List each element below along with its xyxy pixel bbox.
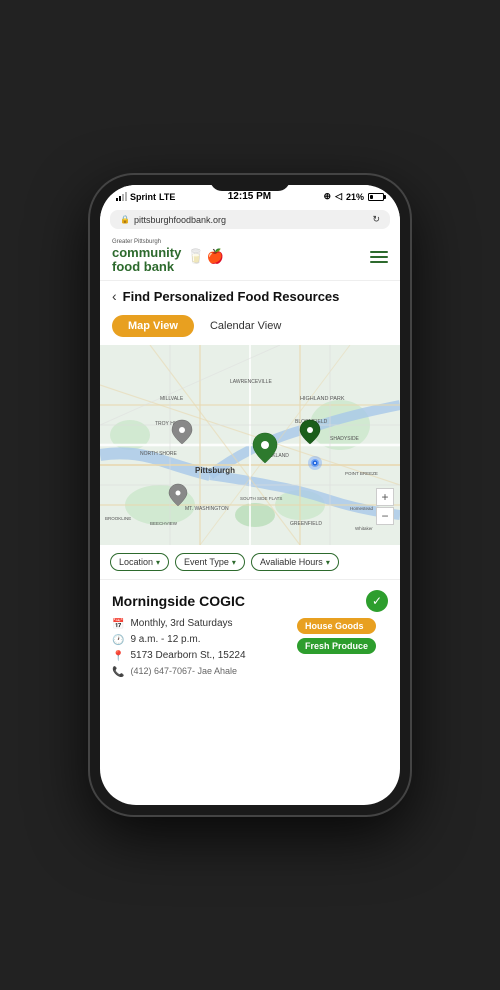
address-url: 🔒 pittsburghfoodbank.org	[120, 215, 226, 225]
hours-filter-label: Avaliable Hours	[260, 557, 323, 567]
map-container[interactable]: Pittsburgh HIGHLAND PARK LAWRENCEVILLE B…	[100, 345, 400, 545]
result-card: Morningside COGIC ✓ 📅 Monthly, 3rd Satur…	[100, 580, 400, 688]
event-type-filter[interactable]: Event Type ▾	[175, 553, 245, 571]
page-title: Find Personalized Food Resources	[123, 289, 340, 304]
location-pin-icon: 📍	[112, 651, 124, 662]
cup-icon: 🥛	[187, 248, 204, 265]
status-right: ⊕ ◁ 21%	[324, 191, 384, 202]
back-button[interactable]: ‹	[112, 288, 117, 304]
svg-text:NORTH SHORE: NORTH SHORE	[140, 451, 178, 457]
find-header: ‹ Find Personalized Food Resources	[100, 281, 400, 311]
svg-text:SOUTH SIDE FLATS: SOUTH SIDE FLATS	[240, 496, 282, 501]
event-type-chevron-icon: ▾	[232, 558, 236, 567]
address-bar-row: 🔒 pittsburghfoodbank.org ↻	[100, 206, 400, 233]
house-goods-tag: House Goods	[297, 618, 376, 634]
hours-text: 9 a.m. - 12 p.m.	[130, 634, 200, 645]
result-name: Morningside COGIC	[112, 593, 245, 609]
address-bar[interactable]: 🔒 pittsburghfoodbank.org ↻	[110, 210, 390, 229]
url-text: pittsburghfoodbank.org	[134, 215, 226, 225]
network-label: LTE	[159, 192, 175, 202]
verified-icon: ✓	[366, 590, 388, 612]
location-filter-label: Location	[119, 557, 153, 567]
svg-text:LAWRENCEVILLE: LAWRENCEVILLE	[230, 379, 272, 385]
result-title-row: Morningside COGIC ✓	[112, 590, 388, 612]
schedule-text: Monthly, 3rd Saturdays	[130, 618, 232, 629]
battery-icon	[368, 193, 384, 201]
view-toggle: Map View Calendar View	[100, 311, 400, 345]
zoom-in-button[interactable]: +	[376, 488, 394, 506]
signal-bars	[116, 192, 127, 201]
calendar-icon: 📅	[112, 619, 124, 630]
hours-chevron-icon: ▾	[326, 558, 330, 567]
svg-text:BEECHVIEW: BEECHVIEW	[150, 521, 178, 526]
hamburger-menu[interactable]	[370, 251, 388, 263]
time-label: 12:15 PM	[228, 191, 271, 202]
filter-row: Location ▾ Event Type ▾ Avaliable Hours …	[100, 545, 400, 580]
location-chevron-icon: ▾	[156, 558, 160, 567]
battery-label: 21%	[346, 192, 364, 202]
phone-screen: Sprint LTE 12:15 PM ⊕ ◁ 21% 🔒 pittsburgh…	[100, 185, 400, 805]
location-filter[interactable]: Location ▾	[110, 553, 169, 571]
calendar-view-button[interactable]: Calendar View	[210, 320, 281, 332]
phone-frame: Sprint LTE 12:15 PM ⊕ ◁ 21% 🔒 pittsburgh…	[90, 175, 410, 815]
phone-notch	[210, 185, 290, 191]
svg-text:POINT BREEZE: POINT BREEZE	[345, 471, 378, 476]
phone-text: (412) 647-7067- Jae Ahale	[130, 666, 237, 676]
logo-area: Greater Pittsburgh community food bank 🥛…	[112, 239, 224, 274]
svg-text:Pittsburgh: Pittsburgh	[195, 466, 235, 475]
phone-row: 📞 (412) 647-7067- Jae Ahale	[112, 666, 388, 678]
map-svg: Pittsburgh HIGHLAND PARK LAWRENCEVILLE B…	[100, 345, 400, 545]
address-text: 5173 Dearborn St., 15224	[130, 650, 245, 661]
logo-icons: 🥛 🍎	[187, 248, 224, 265]
svg-text:Homestead: Homestead	[350, 506, 374, 511]
svg-text:SHADYSIDE: SHADYSIDE	[330, 436, 360, 442]
map-view-button[interactable]: Map View	[112, 315, 194, 337]
clock-icon: 🕐	[112, 635, 124, 646]
phone-icon: 📞	[112, 667, 124, 678]
svg-text:HIGHLAND PARK: HIGHLAND PARK	[300, 396, 345, 402]
status-left: Sprint LTE	[116, 192, 175, 202]
refresh-icon[interactable]: ↻	[372, 214, 380, 225]
svg-text:MILLVALE: MILLVALE	[160, 396, 184, 402]
lock-icon: 🔒	[120, 215, 130, 224]
tags-row: House Goods Fresh Produce	[297, 618, 376, 654]
logo-community: community	[112, 246, 181, 260]
svg-text:Whitaker: Whitaker	[355, 526, 373, 531]
site-header: Greater Pittsburgh community food bank 🥛…	[100, 233, 400, 281]
carrier-label: Sprint	[130, 192, 156, 202]
result-lower: 📅 Monthly, 3rd Saturdays 🕐 9 a.m. - 12 p…	[112, 618, 388, 678]
event-type-filter-label: Event Type	[184, 557, 229, 567]
logo-food-bank: food bank	[112, 260, 181, 274]
location-icon: ⊕	[324, 191, 332, 202]
svg-text:MT. WASHINGTON: MT. WASHINGTON	[185, 506, 229, 512]
fresh-produce-tag: Fresh Produce	[297, 638, 376, 654]
apple-icon: 🍎	[207, 248, 224, 265]
svg-text:BROOKLINE: BROOKLINE	[105, 516, 131, 521]
battery-fill	[370, 195, 373, 199]
svg-text:GREENFIELD: GREENFIELD	[290, 521, 322, 527]
logo-text: Greater Pittsburgh community food bank	[112, 239, 181, 274]
signal-icon: ◁	[335, 191, 342, 202]
hours-filter[interactable]: Avaliable Hours ▾	[251, 553, 339, 571]
zoom-out-button[interactable]: −	[376, 507, 394, 525]
map-controls: + −	[376, 488, 394, 525]
